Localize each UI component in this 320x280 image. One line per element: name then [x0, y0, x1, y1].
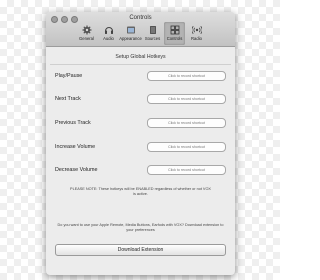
hotkey-row-decrease-volume: Decrease Volume Click to record shortcut	[55, 165, 226, 175]
preferences-toolbar: General Audio Appearance Sources Control…	[76, 22, 207, 45]
hotkey-row-increase-volume: Increase Volume Click to record shortcut	[55, 142, 226, 152]
tab-audio-label: Audio	[103, 36, 114, 41]
gear-icon	[81, 24, 92, 35]
tab-appearance-label: Appearance	[119, 36, 142, 41]
tab-controls-label: Controls	[166, 36, 183, 41]
hotkey-label: Next Track	[55, 96, 81, 102]
tab-controls[interactable]: Controls	[164, 22, 185, 45]
preferences-window: Controls General Audio Appearance Source…	[46, 12, 235, 275]
appearance-icon	[125, 24, 136, 35]
tab-audio[interactable]: Audio	[98, 22, 119, 45]
tab-radio-label: Radio	[191, 36, 202, 41]
shortcut-recorder-next-track[interactable]: Click to record shortcut	[147, 94, 226, 104]
tab-sources-label: Sources	[144, 36, 161, 41]
headphones-icon	[103, 24, 114, 35]
tab-sources[interactable]: Sources	[142, 22, 163, 45]
hotkey-label: Play/Pause	[55, 73, 83, 79]
hotkey-row-next-track: Next Track Click to record shortcut	[55, 94, 226, 104]
window-title: Controls	[129, 15, 152, 21]
tab-general[interactable]: General	[76, 22, 97, 45]
hotkey-row-play-pause: Play/Pause Click to record shortcut	[55, 71, 226, 81]
download-extension-button[interactable]: Download Extension	[55, 244, 226, 256]
shortcut-recorder-play-pause[interactable]: Click to record shortcut	[147, 71, 226, 81]
controls-grid-icon	[169, 24, 180, 35]
radio-icon	[191, 24, 202, 35]
tab-appearance[interactable]: Appearance	[119, 22, 142, 45]
hotkeys-note: PLEASE NOTE: These hotkeys will be ENABL…	[70, 187, 211, 196]
extension-prompt: Do you want to use your Apple Remote, Me…	[57, 223, 224, 232]
shortcut-recorder-increase-volume[interactable]: Click to record shortcut	[147, 142, 226, 152]
hotkey-label: Decrease Volume	[55, 167, 98, 173]
section-divider	[50, 64, 231, 65]
tab-general-label: General	[79, 36, 94, 41]
shortcut-recorder-previous-track[interactable]: Click to record shortcut	[147, 118, 226, 128]
shortcut-recorder-decrease-volume[interactable]: Click to record shortcut	[147, 165, 226, 175]
hotkey-label: Previous Track	[55, 120, 91, 126]
sources-icon	[147, 24, 158, 35]
hotkey-row-previous-track: Previous Track Click to record shortcut	[55, 118, 226, 128]
hotkey-label: Increase Volume	[55, 144, 96, 150]
section-title: Setup Global Hotkeys	[115, 54, 166, 60]
tab-radio[interactable]: Radio	[186, 22, 207, 45]
titlebar: Controls General Audio Appearance Source…	[46, 12, 235, 47]
